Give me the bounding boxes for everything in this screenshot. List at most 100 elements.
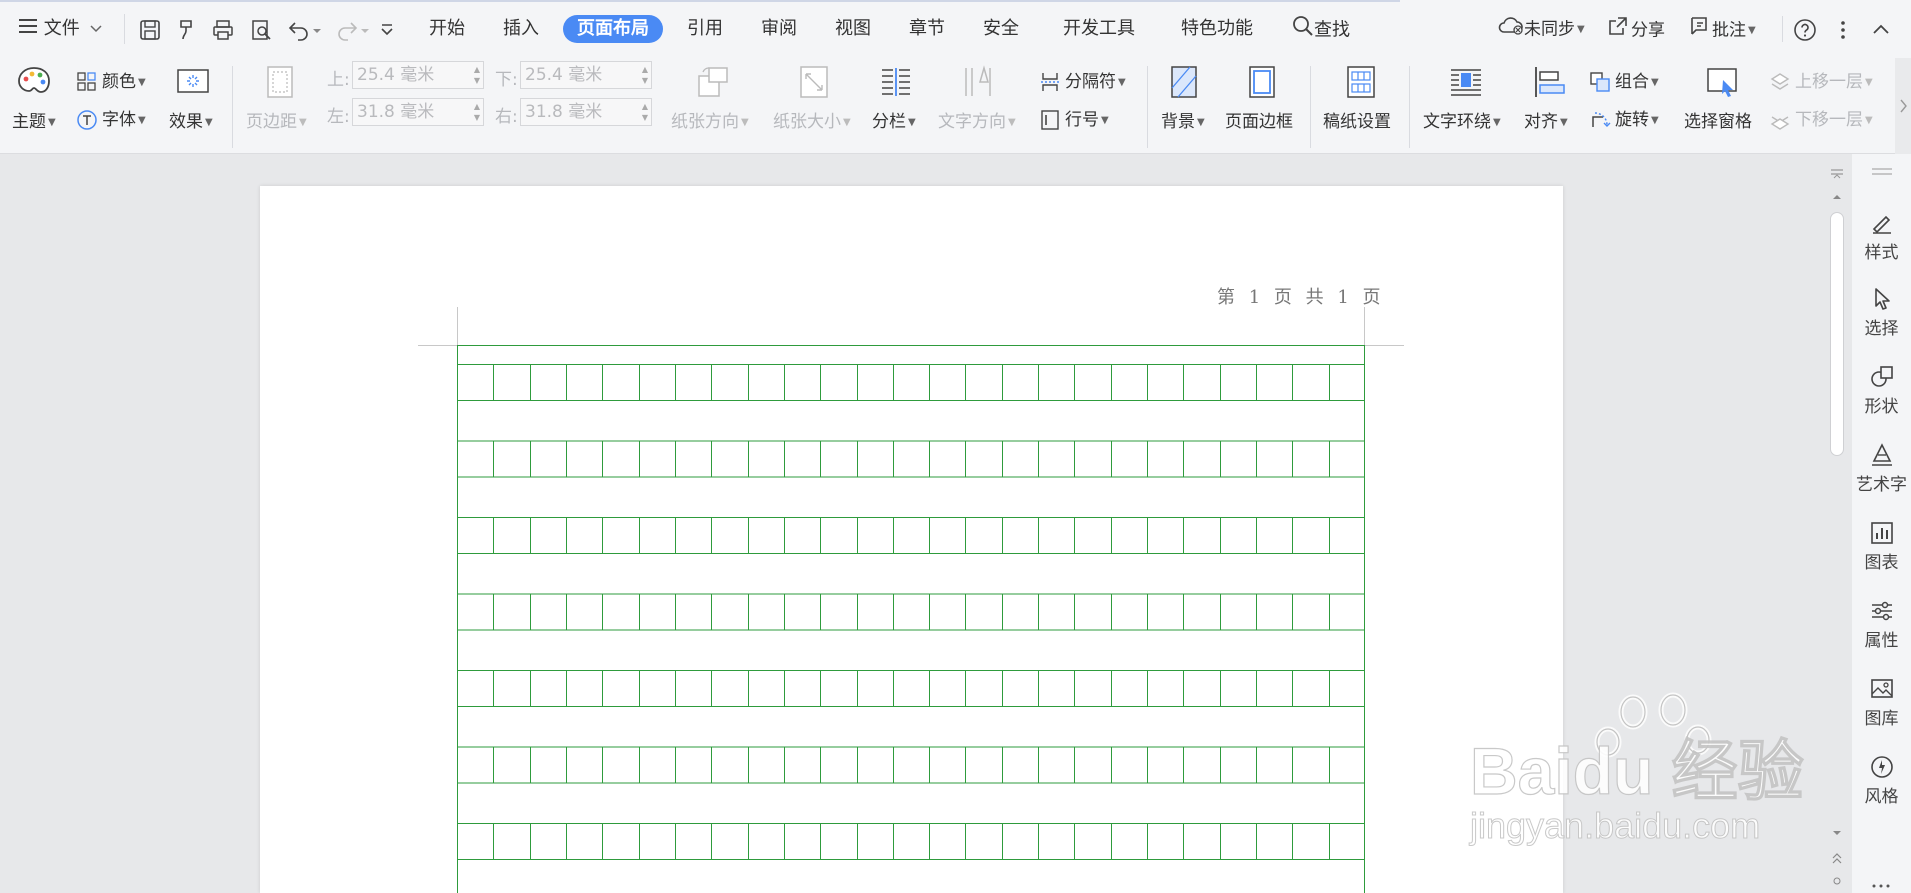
ribbon-scroll-right-button[interactable] [1895,58,1911,154]
collapse-ribbon-icon[interactable] [1868,17,1894,43]
save-icon[interactable] [137,17,163,43]
effects-button[interactable]: 效果 ▼ [169,107,213,132]
ribbon-toolbar: 主题 ▼ 颜色 ▼ 字体 ▼ 效果 ▼ 页边距 ▼ 上: 25.4 毫米 ▲ ▼ 左: 31… [0,58,1911,154]
manuscript-grid-icon[interactable] [1341,62,1381,102]
sidebar-more-button[interactable] [1852,876,1911,890]
more-options-icon[interactable] [1830,17,1856,43]
page-border-icon[interactable] [1242,62,1282,102]
margins-dropdown-icon: ▼ [299,116,307,128]
sidebar-item-label: 艺术字 [1856,475,1907,495]
undo-dropdown-icon[interactable] [310,17,324,43]
share-label: 分享 [1631,20,1665,41]
align-icon[interactable] [1529,62,1569,102]
tab-view[interactable]: 视图 [835,15,871,43]
top-margin-field[interactable]: 25.4 毫米 ▲ ▼ [352,61,484,89]
orientation-icon[interactable] [693,62,733,102]
margins-button[interactable]: 页边距 ▼ [246,107,307,132]
spinner-arrows-icon: ▲ ▼ [641,102,648,122]
color-button[interactable]: 颜色 ▼ [76,67,146,93]
customize-toolbar-icon[interactable] [374,17,400,43]
previous-page-icon[interactable] [1822,852,1852,866]
tab-developer-tools[interactable]: 开发工具 [1063,15,1135,43]
page-border-button[interactable]: 页面边框 [1225,107,1293,132]
pen-style-icon [1869,210,1895,236]
sidebar-item-shape[interactable]: 形状 [1852,364,1911,417]
title-accent-line [0,0,1400,2]
orientation-button[interactable]: 纸张方向 ▼ [671,107,749,132]
format-painter-icon[interactable] [174,17,200,43]
right-margin-field[interactable]: 31.8 毫米 ▲ ▼ [520,98,652,126]
text-wrap-button[interactable]: 文字环绕 ▼ [1423,107,1501,132]
bottom-margin-field[interactable]: 25.4 毫米 ▲ ▼ [520,61,652,89]
left-margin-field[interactable]: 31.8 毫米 ▲ ▼ [352,98,484,126]
columns-icon[interactable] [876,62,916,102]
tab-review[interactable]: 审阅 [761,15,797,43]
split-handle-icon[interactable] [1822,164,1852,184]
columns-button[interactable]: 分栏 ▼ [872,107,916,132]
print-icon[interactable] [210,17,236,43]
tab-home[interactable]: 开始 [429,15,465,43]
bring-forward-button[interactable]: 上移一层 ▼ [1769,67,1873,93]
shapes-icon [1869,364,1895,390]
font-button[interactable]: 字体 ▼ [76,105,146,131]
sidebar-item-wordart[interactable]: 艺术字 [1852,442,1911,495]
text-direction-button[interactable]: 文字方向 ▼ [938,107,1016,132]
tab-security[interactable]: 安全 [983,15,1019,43]
scroll-down-arrow-icon[interactable] [1822,826,1852,840]
sidebar-item-chart[interactable]: 图表 [1852,520,1911,573]
search-button[interactable]: 查找 [1292,15,1350,43]
group-separator [1147,66,1148,148]
theme-button[interactable]: 主题 ▼ [12,107,56,132]
text-direction-icon[interactable] [958,62,998,102]
sidebar-grip-icon[interactable] [1852,164,1911,180]
comment-button[interactable]: 批注 ▼ [1688,15,1756,43]
margins-icon[interactable] [260,62,300,102]
selection-pane-icon[interactable] [1702,62,1742,102]
rotate-button[interactable]: 旋转 ▼ [1589,105,1659,131]
undo-icon[interactable] [286,17,312,43]
scroll-up-arrow-icon[interactable] [1822,190,1852,204]
columns-dropdown-icon: ▼ [908,116,916,128]
breaks-button[interactable]: 分隔符 ▼ [1039,67,1126,93]
tab-page-layout[interactable]: 页面布局 [563,15,663,43]
sidebar-item-style[interactable]: 样式 [1852,210,1911,263]
hamburger-icon [18,15,38,43]
menu-separator [124,14,125,44]
sync-status-button[interactable]: 未同步 ▼ [1498,15,1585,43]
text-wrap-icon[interactable] [1446,62,1486,102]
more-dots-icon [1872,884,1890,888]
manuscript-settings-button[interactable]: 稿纸设置 [1323,107,1391,132]
tab-chapter[interactable]: 章节 [909,15,945,43]
sidebar-item-properties[interactable]: 属性 [1852,598,1911,651]
send-backward-button[interactable]: 下移一层 ▼ [1769,105,1873,131]
background-icon[interactable] [1164,62,1204,102]
tab-special-features[interactable]: 特色功能 [1181,15,1253,43]
search-icon [1292,15,1314,46]
sidebar-item-theme-style[interactable]: 风格 [1852,754,1911,807]
scrollbar-thumb[interactable] [1830,212,1844,456]
print-preview-icon[interactable] [248,17,274,43]
sidebar-item-select[interactable]: 选择 [1852,286,1911,339]
tab-insert[interactable]: 插入 [503,15,539,43]
theme-palette-icon[interactable] [14,62,54,102]
help-icon[interactable] [1792,17,1818,43]
select-browse-object-icon[interactable] [1822,874,1852,888]
vertical-scrollbar[interactable] [1822,160,1852,893]
redo-icon[interactable] [334,17,360,43]
tab-references[interactable]: 引用 [687,15,723,43]
sidebar-item-gallery[interactable]: 图库 [1852,676,1911,729]
selection-pane-button[interactable]: 选择窗格 [1684,107,1752,132]
redo-dropdown-icon[interactable] [358,17,372,43]
background-dropdown-icon: ▼ [1197,116,1205,128]
manuscript-grid[interactable] [457,345,1365,893]
background-button[interactable]: 背景 ▼ [1161,107,1205,132]
menu-separator [1782,16,1783,42]
effects-icon[interactable] [173,61,213,101]
paper-size-icon[interactable] [794,62,834,102]
file-menu-button[interactable]: 文件 [18,15,105,43]
share-button[interactable]: 分享 [1607,15,1665,43]
align-button[interactable]: 对齐 ▼ [1524,107,1568,132]
paper-size-button[interactable]: 纸张大小 ▼ [773,107,851,132]
group-button[interactable]: 组合 ▼ [1589,67,1659,93]
line-numbers-button[interactable]: 行号 ▼ [1039,105,1109,131]
